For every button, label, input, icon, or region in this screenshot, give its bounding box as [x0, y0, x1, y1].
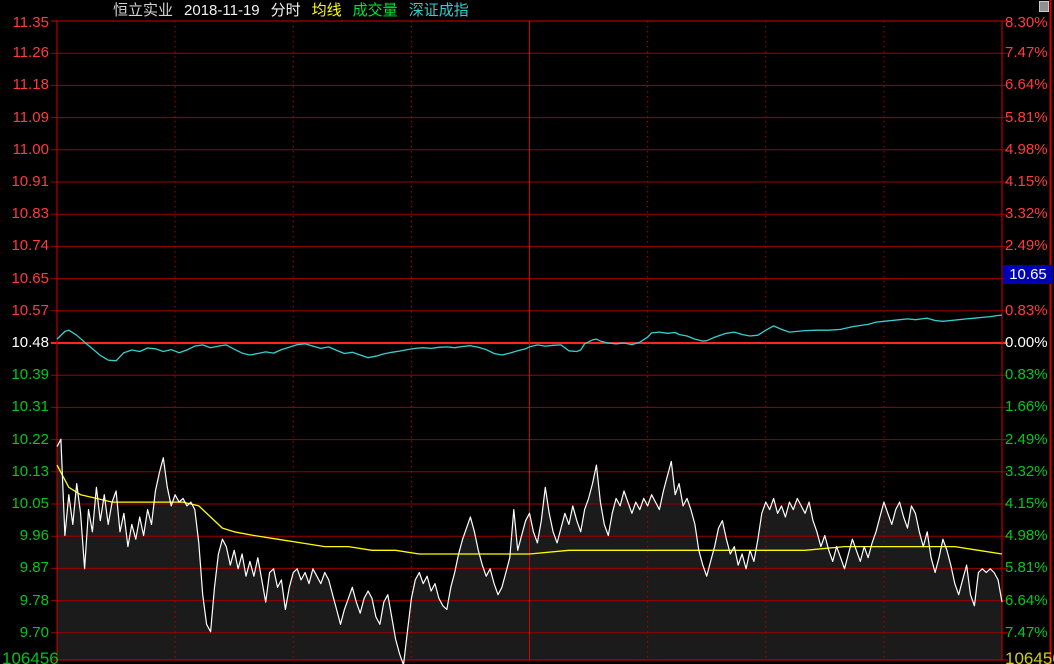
price-marker-badge: 10.65: [1003, 265, 1053, 284]
price-axis-label: 10.74: [0, 237, 49, 255]
trade-date: 2018-11-19: [184, 1, 260, 20]
window-corner-icon[interactable]: [1039, 1, 1049, 12]
price-axis-label: 9.70: [0, 624, 49, 642]
volume-scale-left: 106456: [2, 648, 59, 664]
percent-axis-label: 3.32%: [1005, 205, 1051, 223]
percent-axis-label: 1.66%: [1005, 398, 1051, 416]
tab-timeshare[interactable]: 分时: [271, 1, 301, 20]
percent-axis-label: 5.81%: [1005, 559, 1051, 577]
price-axis-label: 9.78: [0, 592, 49, 610]
percent-axis-label: 8.30%: [1005, 14, 1051, 32]
legend-average-line[interactable]: 均线: [312, 1, 342, 20]
price-axis-label: 10.05: [0, 495, 49, 513]
chart-header: 恒立实业 2018-11-19 分时 均线 成交量 深证成指: [113, 1, 469, 20]
percent-axis-label: 4.15%: [1005, 173, 1051, 191]
legend-volume[interactable]: 成交量: [353, 1, 398, 20]
percent-axis-label: 5.81%: [1005, 109, 1051, 127]
volume-scale-right: 106456: [1005, 648, 1054, 664]
percent-axis-label: 4.98%: [1005, 527, 1051, 545]
price-axis-label: 11.26: [0, 44, 49, 62]
percent-axis-label: 0.83%: [1005, 302, 1051, 320]
percent-axis-label: 0.00%: [1005, 334, 1051, 352]
chart-plot-area[interactable]: [57, 21, 1002, 660]
percent-axis-label: 0.83%: [1005, 366, 1051, 384]
percent-axis-label: 7.47%: [1005, 44, 1051, 62]
price-axis-label: 10.91: [0, 173, 49, 191]
price-axis-label: 10.13: [0, 463, 49, 481]
price-axis-label: 10.48: [0, 334, 49, 352]
percent-axis-label: 6.64%: [1005, 592, 1051, 610]
stock-name: 恒立实业: [113, 1, 173, 20]
percent-axis-label: 6.64%: [1005, 76, 1051, 94]
price-axis-label: 10.31: [0, 398, 49, 416]
price-axis-label: 11.00: [0, 141, 49, 159]
percent-axis-label: 2.49%: [1005, 431, 1051, 449]
legend-index-szse[interactable]: 深证成指: [409, 1, 469, 20]
price-axis-label: 11.09: [0, 109, 49, 127]
percent-axis-label: 4.98%: [1005, 141, 1051, 159]
percent-axis-label: 2.49%: [1005, 237, 1051, 255]
price-axis-label: 11.18: [0, 76, 49, 94]
price-axis-label: 11.35: [0, 14, 49, 32]
price-axis-label: 9.96: [0, 527, 49, 545]
price-axis-label: 10.22: [0, 431, 49, 449]
timeshare-window: 恒立实业 2018-11-19 分时 均线 成交量 深证成指 11.35 11.2…: [0, 0, 1054, 664]
price-axis-label: 10.83: [0, 205, 49, 223]
price-axis-label: 10.65: [0, 270, 49, 288]
percent-axis-label: 4.15%: [1005, 495, 1051, 513]
price-axis-label: 10.39: [0, 366, 49, 384]
price-axis-label: 10.57: [0, 302, 49, 320]
percent-axis-label: 3.32%: [1005, 463, 1051, 481]
price-axis-label: 9.87: [0, 559, 49, 577]
percent-axis-label: 7.47%: [1005, 624, 1051, 642]
